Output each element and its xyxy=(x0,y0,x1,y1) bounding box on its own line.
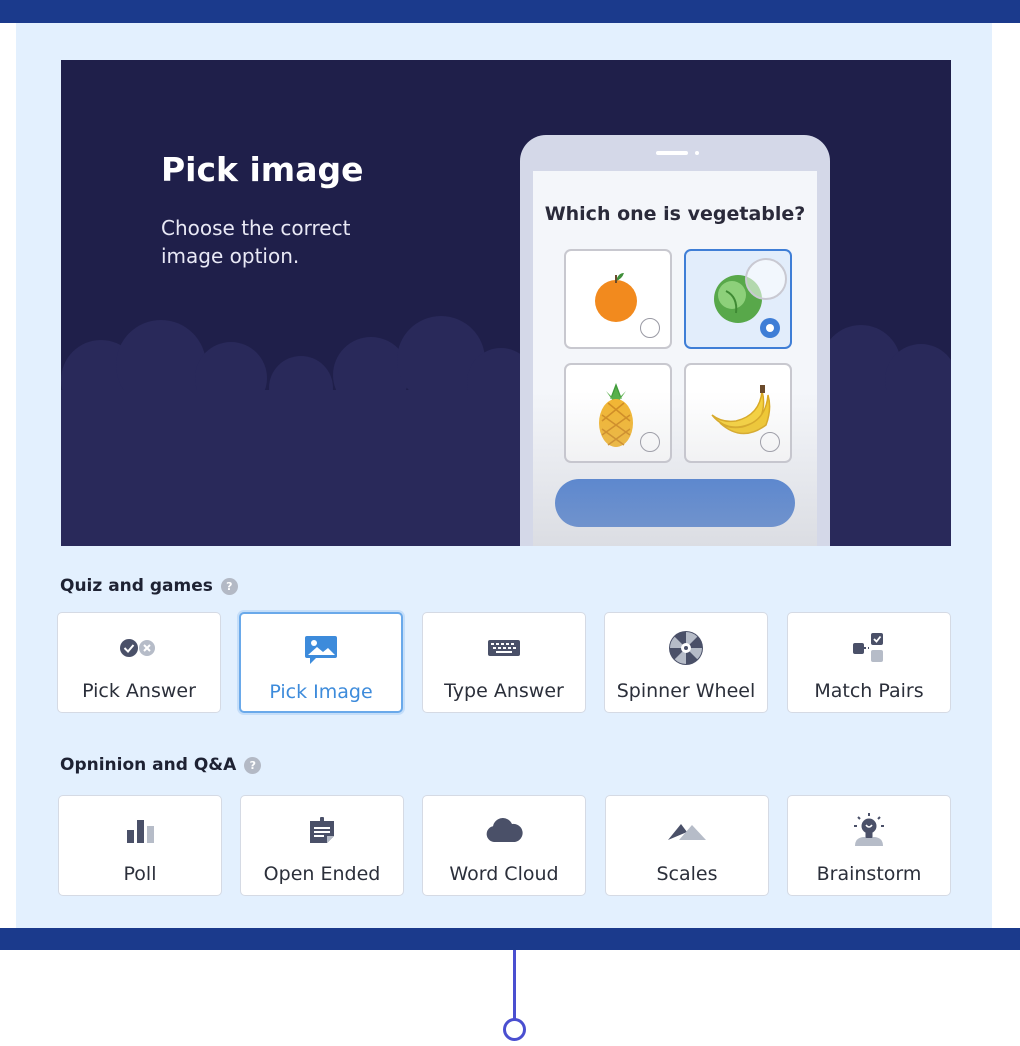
activity-card-brainstorm[interactable]: Brainstorm xyxy=(787,795,951,896)
preview-title: Pick image xyxy=(161,150,364,189)
section-title-opinion: Opninion and Q&A ? xyxy=(60,755,262,775)
open-ended-note-icon xyxy=(241,814,403,848)
activity-card-poll[interactable]: Poll xyxy=(58,795,222,896)
activity-card-pick-answer[interactable]: Pick Answer xyxy=(57,612,221,713)
phone-speaker xyxy=(656,151,688,155)
activity-card-match-pairs[interactable]: Match Pairs xyxy=(787,612,951,713)
card-label: Pick Answer xyxy=(82,680,196,702)
bar-chart-icon xyxy=(59,814,221,848)
card-label: Brainstorm xyxy=(816,863,922,885)
phone-mockup: Which one is vegetable? xyxy=(520,135,830,546)
orange-icon xyxy=(595,273,637,322)
card-label: Match Pairs xyxy=(814,680,924,702)
phone-question: Which one is vegetable? xyxy=(544,203,806,225)
check-cross-icon xyxy=(58,631,220,665)
card-label: Pick Image xyxy=(269,681,373,703)
card-label: Spinner Wheel xyxy=(616,680,756,702)
help-icon[interactable]: ? xyxy=(244,756,262,774)
image-icon xyxy=(241,632,401,666)
phone-submit-button xyxy=(555,479,795,527)
image-option-cabbage xyxy=(684,249,792,349)
card-label: Word Cloud xyxy=(449,863,559,885)
pineapple-icon xyxy=(599,383,633,447)
image-option-pineapple xyxy=(564,363,672,463)
keyboard-icon xyxy=(423,631,585,665)
option-radio xyxy=(760,432,780,452)
activity-card-open-ended[interactable]: Open Ended xyxy=(240,795,404,896)
connector-line xyxy=(513,950,516,1020)
match-pairs-icon xyxy=(788,631,950,665)
activity-card-word-cloud[interactable]: Word Cloud xyxy=(422,795,586,896)
banana-icon xyxy=(711,385,771,435)
option-radio xyxy=(640,318,660,338)
option-radio-selected xyxy=(760,318,780,338)
top-bar xyxy=(0,0,1020,23)
cloud-icon xyxy=(423,814,585,848)
phone-camera xyxy=(695,151,699,155)
card-label: Poll xyxy=(123,863,157,885)
option-radio xyxy=(640,432,660,452)
card-label: Open Ended xyxy=(263,863,381,885)
image-option-orange xyxy=(564,249,672,349)
preview-description: Choose the correct image option. xyxy=(161,216,351,268)
card-label: Type Answer xyxy=(444,680,564,702)
activity-card-spinner-wheel[interactable]: Spinner Wheel xyxy=(604,612,768,713)
mountain-icon xyxy=(606,814,768,848)
activity-card-scales[interactable]: Scales xyxy=(605,795,769,896)
cabbage-icon xyxy=(714,258,787,323)
phone-screen: Which one is vegetable? xyxy=(533,171,817,546)
lightbulb-icon xyxy=(788,813,950,848)
activity-preview: Pick image Choose the correct image opti… xyxy=(61,60,951,546)
image-option-banana xyxy=(684,363,792,463)
connector-dot xyxy=(503,1018,526,1041)
activity-card-pick-image[interactable]: Pick Image xyxy=(239,612,403,713)
help-icon[interactable]: ? xyxy=(220,577,238,595)
spinner-wheel-icon xyxy=(605,631,767,665)
activity-card-type-answer[interactable]: Type Answer xyxy=(422,612,586,713)
bottom-bar xyxy=(0,928,1020,950)
card-label: Scales xyxy=(656,863,718,885)
section-title-quiz: Quiz and games ? xyxy=(60,576,238,596)
